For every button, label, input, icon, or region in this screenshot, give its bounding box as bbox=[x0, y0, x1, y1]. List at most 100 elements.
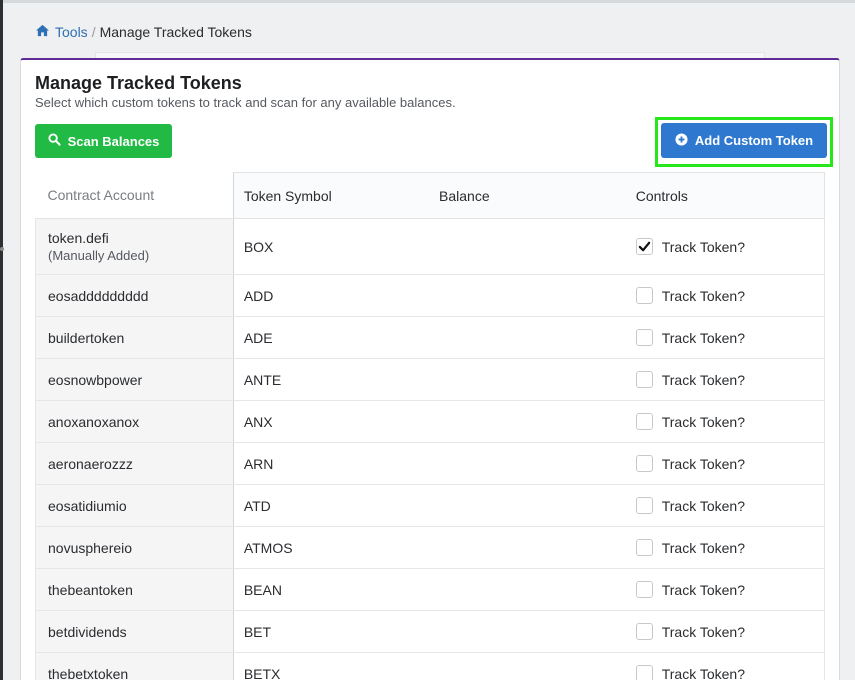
track-token-label: Track Token? bbox=[661, 329, 745, 346]
manage-tokens-card: Manage Tracked Tokens Select which custo… bbox=[20, 58, 840, 680]
track-token-toggle[interactable]: Track Token? bbox=[635, 287, 824, 304]
contract-account-name: eosatidiumio bbox=[48, 497, 127, 514]
token-symbol-cell: BETX bbox=[232, 652, 430, 680]
track-token-toggle[interactable]: Track Token? bbox=[635, 539, 824, 556]
balance-cell bbox=[429, 652, 626, 680]
breadcrumb-current: Manage Tracked Tokens bbox=[99, 24, 252, 40]
contract-account-cell: buildertoken bbox=[35, 316, 234, 359]
token-symbol-cell: ANX bbox=[232, 400, 430, 443]
controls-cell: Track Token? bbox=[625, 218, 825, 275]
track-token-label: Track Token? bbox=[661, 413, 745, 430]
table-row: aeronaerozzz ARN Track Token? bbox=[35, 442, 825, 485]
track-token-checkbox[interactable] bbox=[635, 238, 653, 255]
contract-account-cell: eosatidiumio bbox=[35, 484, 234, 527]
track-token-toggle[interactable]: Track Token? bbox=[635, 238, 824, 255]
track-token-checkbox[interactable] bbox=[635, 623, 653, 640]
table-row: thebeantoken BEAN Track Token? bbox=[35, 568, 825, 611]
token-symbol-cell: ARN bbox=[232, 442, 430, 485]
balance-cell bbox=[429, 610, 626, 653]
controls-cell: Track Token? bbox=[625, 316, 825, 359]
track-token-label: Track Token? bbox=[661, 238, 745, 255]
breadcrumb-separator: / bbox=[91, 24, 96, 40]
page-subtitle: Select which custom tokens to track and … bbox=[35, 95, 456, 110]
token-symbol-cell: BOX bbox=[232, 218, 430, 275]
token-symbol-cell: ADD bbox=[232, 274, 430, 317]
home-icon bbox=[35, 24, 50, 40]
add-custom-token-label: Add Custom Token bbox=[694, 133, 814, 148]
track-token-checkbox[interactable] bbox=[635, 329, 653, 346]
table-row: eosaddddddddd ADD Track Token? bbox=[35, 274, 825, 317]
search-icon bbox=[48, 133, 61, 149]
add-custom-token-button[interactable]: Add Custom Token bbox=[661, 123, 827, 158]
balance-cell bbox=[429, 526, 626, 569]
checkmark-icon bbox=[638, 241, 650, 252]
track-token-checkbox[interactable] bbox=[635, 413, 653, 430]
contract-account-name: thebeantoken bbox=[48, 581, 133, 598]
scan-balances-label: Scan Balances bbox=[67, 133, 160, 149]
contract-account-note: (Manually Added) bbox=[48, 248, 150, 263]
track-token-label: Track Token? bbox=[661, 287, 745, 304]
header-token-symbol: Token Symbol bbox=[232, 172, 430, 219]
track-token-label: Track Token? bbox=[661, 581, 745, 598]
token-symbol-cell: ATMOS bbox=[232, 526, 430, 569]
track-token-checkbox[interactable] bbox=[635, 371, 653, 388]
tokens-table-body: token.defi (Manually Added) BOX Track Token… bbox=[35, 218, 825, 680]
track-token-checkbox[interactable] bbox=[635, 455, 653, 472]
table-row: thebetxtoken BETX Track Token? bbox=[35, 652, 825, 680]
controls-cell: Track Token? bbox=[625, 442, 825, 485]
header-controls: Controls bbox=[625, 172, 825, 219]
contract-account-name: aeronaerozzz bbox=[48, 455, 133, 472]
scan-balances-button[interactable]: Scan Balances bbox=[35, 124, 172, 158]
breadcrumb: Tools / Manage Tracked Tokens bbox=[35, 24, 252, 40]
track-token-toggle[interactable]: Track Token? bbox=[635, 371, 824, 388]
controls-cell: Track Token? bbox=[625, 400, 825, 443]
edge-handle[interactable] bbox=[0, 247, 4, 251]
table-row: eosnowbpower ANTE Track Token? bbox=[35, 358, 825, 401]
token-symbol-cell: BEAN bbox=[232, 568, 430, 611]
controls-cell: Track Token? bbox=[625, 484, 825, 527]
table-row: token.defi (Manually Added) BOX Track Token… bbox=[35, 218, 825, 275]
balance-cell bbox=[429, 568, 626, 611]
balance-cell bbox=[429, 484, 626, 527]
token-symbol-cell: ATD bbox=[232, 484, 430, 527]
controls-cell: Track Token? bbox=[625, 526, 825, 569]
contract-account-cell: thebetxtoken bbox=[35, 652, 234, 680]
balance-cell bbox=[429, 358, 626, 401]
contract-account-cell: aeronaerozzz bbox=[35, 442, 234, 485]
token-symbol-cell: ADE bbox=[232, 316, 430, 359]
track-token-checkbox[interactable] bbox=[635, 581, 653, 598]
track-token-label: Track Token? bbox=[661, 539, 745, 556]
track-token-label: Track Token? bbox=[661, 371, 745, 388]
balance-cell bbox=[429, 400, 626, 443]
balance-cell bbox=[429, 316, 626, 359]
contract-account-cell: thebeantoken bbox=[35, 568, 234, 611]
track-token-toggle[interactable]: Track Token? bbox=[635, 329, 824, 346]
top-toolbar-strip bbox=[3, 0, 855, 3]
contract-account-name: thebetxtoken bbox=[48, 665, 129, 680]
contract-account-name: novusphereio bbox=[48, 539, 133, 556]
track-token-checkbox[interactable] bbox=[635, 539, 653, 556]
track-token-label: Track Token? bbox=[661, 623, 745, 640]
plus-circle-icon bbox=[675, 132, 688, 149]
contract-account-cell: eosnowbpower bbox=[35, 358, 234, 401]
track-token-toggle[interactable]: Track Token? bbox=[635, 581, 824, 598]
header-contract-account: Contract Account bbox=[35, 172, 234, 219]
track-token-toggle[interactable]: Track Token? bbox=[635, 497, 824, 514]
table-row: betdividends BET Track Token? bbox=[35, 610, 825, 653]
track-token-checkbox[interactable] bbox=[635, 497, 653, 514]
token-symbol-cell: ANTE bbox=[232, 358, 430, 401]
breadcrumb-tools-link[interactable]: Tools bbox=[35, 24, 88, 40]
table-row: eosatidiumio ATD Track Token? bbox=[35, 484, 825, 527]
track-token-checkbox[interactable] bbox=[635, 287, 653, 304]
contract-account-name: betdividends bbox=[48, 623, 127, 640]
track-token-toggle[interactable]: Track Token? bbox=[635, 413, 824, 430]
track-token-toggle[interactable]: Track Token? bbox=[635, 665, 824, 680]
contract-account-name: eosnowbpower bbox=[48, 371, 143, 388]
controls-cell: Track Token? bbox=[625, 568, 825, 611]
track-token-checkbox[interactable] bbox=[635, 665, 653, 680]
track-token-toggle[interactable]: Track Token? bbox=[635, 623, 824, 640]
breadcrumb-parent-label: Tools bbox=[55, 24, 88, 40]
page-title: Manage Tracked Tokens bbox=[35, 73, 242, 93]
track-token-toggle[interactable]: Track Token? bbox=[635, 455, 824, 472]
balance-cell bbox=[429, 274, 626, 317]
